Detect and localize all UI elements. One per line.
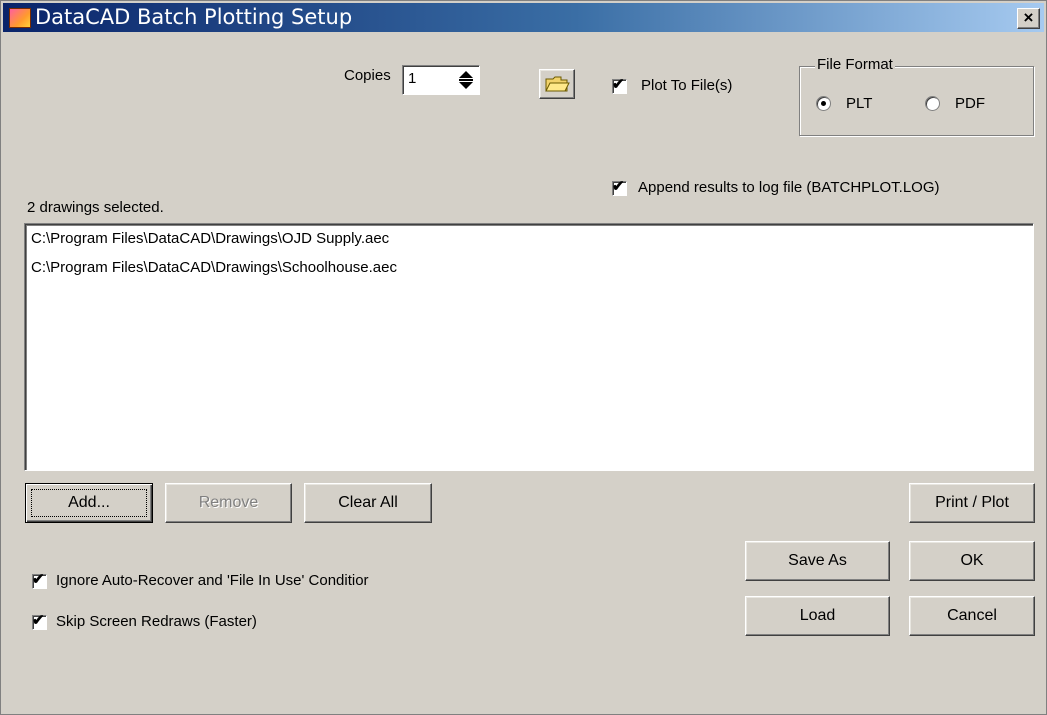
add-button[interactable]: Add... xyxy=(25,483,153,523)
file-format-group xyxy=(799,66,1034,136)
copies-value: 1 xyxy=(408,70,417,87)
cancel-button-label: Cancel xyxy=(947,607,997,624)
copies-label: Copies xyxy=(344,67,391,84)
ignore-autorecover-checkbox[interactable]: ✔ xyxy=(32,571,47,589)
append-log-label: Append results to log file (BATCHPLOT.LO… xyxy=(638,179,940,196)
ok-button[interactable]: OK xyxy=(909,541,1035,581)
plot-to-file-label: Plot To File(s) xyxy=(641,77,733,94)
load-button[interactable]: Load xyxy=(745,596,890,636)
cancel-button[interactable]: Cancel xyxy=(909,596,1035,636)
ok-button-label: OK xyxy=(960,552,984,569)
check-mark-icon: ✔ xyxy=(32,571,45,588)
radio-selected-dot xyxy=(821,101,826,106)
title-bar[interactable]: DataCAD Batch Plotting Setup × xyxy=(3,3,1044,32)
save-as-button[interactable]: Save As xyxy=(745,541,890,581)
file-format-legend: File Format xyxy=(815,56,895,73)
list-item[interactable]: C:\Program Files\DataCAD\Drawings\School… xyxy=(31,259,397,276)
check-mark-icon: ✔ xyxy=(32,612,45,629)
pdf-radio-label: PDF xyxy=(955,95,985,112)
copies-spinner[interactable]: 1 xyxy=(402,65,480,95)
list-item[interactable]: C:\Program Files\DataCAD\Drawings\OJD Su… xyxy=(31,230,389,247)
plt-radio-label: PLT xyxy=(846,95,873,112)
folder-icon xyxy=(545,76,570,92)
selection-status: 2 drawings selected. xyxy=(27,199,164,216)
plt-radio[interactable] xyxy=(816,96,831,111)
browse-folder-button[interactable] xyxy=(539,69,575,99)
print-plot-button[interactable]: Print / Plot xyxy=(909,483,1035,523)
append-log-checkbox[interactable]: ✔ xyxy=(612,178,627,196)
load-button-label: Load xyxy=(799,607,836,624)
spinner-updown-icon xyxy=(459,71,473,89)
remove-button-label: Remove xyxy=(198,494,259,511)
focus-rectangle xyxy=(31,489,147,517)
close-button[interactable]: × xyxy=(1017,8,1040,29)
skip-redraws-checkbox[interactable]: ✔ xyxy=(32,612,47,630)
pdf-radio[interactable] xyxy=(925,96,940,111)
plot-to-file-checkbox[interactable]: ✔ xyxy=(612,76,627,94)
drawings-listbox[interactable]: C:\Program Files\DataCAD\Drawings\OJD Su… xyxy=(24,223,1034,471)
print-plot-button-label: Print / Plot xyxy=(935,494,1009,511)
remove-button[interactable]: Remove xyxy=(165,483,292,523)
clear-all-button-label: Clear All xyxy=(338,494,398,511)
ignore-autorecover-label: Ignore Auto-Recover and 'File In Use' Co… xyxy=(56,572,369,589)
spinner-arrows[interactable] xyxy=(455,68,477,92)
check-mark-icon: ✔ xyxy=(612,76,625,93)
datacad-app-icon xyxy=(9,8,31,28)
batch-plot-dialog: DataCAD Batch Plotting Setup × Copies 1 … xyxy=(0,0,1047,715)
check-mark-icon: ✔ xyxy=(612,178,625,195)
skip-redraws-label: Skip Screen Redraws (Faster) xyxy=(56,613,257,630)
window-title: DataCAD Batch Plotting Setup xyxy=(35,5,353,29)
save-as-button-label: Save As xyxy=(788,552,847,569)
clear-all-button[interactable]: Clear All xyxy=(304,483,432,523)
